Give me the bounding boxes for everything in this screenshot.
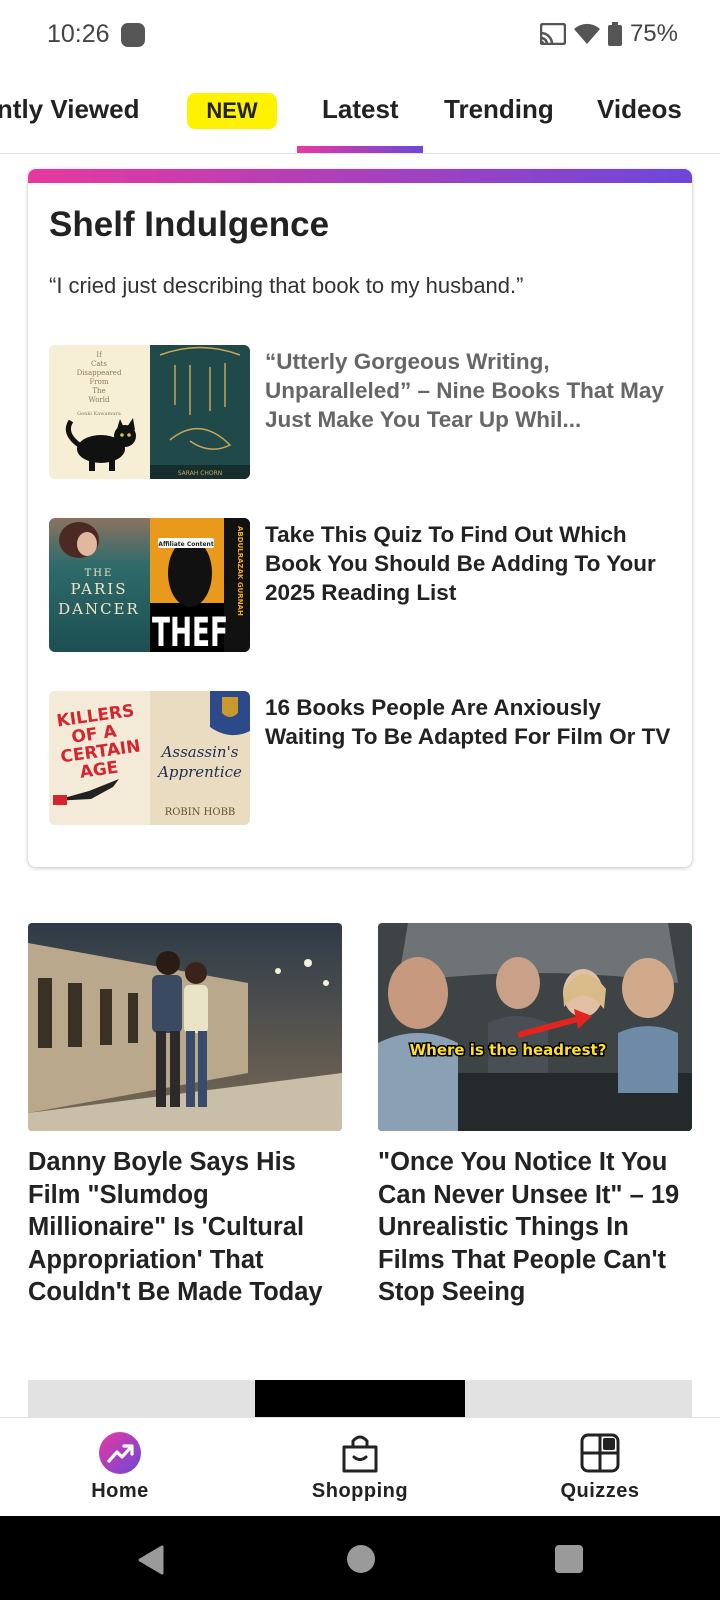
article-thumbnail[interactable]: If Cats Disappeared From The World Genki…: [49, 345, 250, 479]
back-icon[interactable]: [136, 1544, 168, 1576]
cover-assassins-apprentice: Assassin's Apprentice ROBIN HOBB: [149, 691, 250, 825]
cover-text: World: [89, 396, 111, 404]
nav-home-label: Home: [91, 1480, 149, 1502]
card-list-item[interactable]: KILLERS OF A CERTAIN AGE Assassin's Appr…: [49, 691, 679, 825]
card-item-title[interactable]: 16 Books People Are Anxiously Waiting To…: [265, 693, 675, 751]
cover-author: ROBIN HOBB: [164, 807, 235, 818]
notification-icon: [121, 23, 145, 47]
card-item-title[interactable]: “Utterly Gorgeous Writing, Unparalleled”…: [265, 347, 675, 434]
nav-quizzes-label: Quizzes: [560, 1480, 640, 1502]
affiliate-label: Affiliate Content: [158, 541, 214, 548]
cover-text: Disappeared: [77, 369, 122, 377]
bottom-navigation: Home Shopping Quizzes: [0, 1417, 720, 1516]
image-caption: Where is the headrest?: [410, 1041, 607, 1059]
cover-paris-dancer: THE PARIS DANCER: [49, 518, 150, 652]
cover-text: The: [92, 387, 105, 395]
black-cat-illustration: [65, 418, 136, 471]
tab-trending[interactable]: Trending: [444, 94, 554, 125]
tab-recently-viewed[interactable]: cently Viewed: [0, 94, 140, 125]
article-thumbnail[interactable]: KILLERS OF A CERTAIN AGE Assassin's Appr…: [49, 691, 250, 825]
nav-shopping[interactable]: Shopping: [280, 1430, 440, 1503]
article-thumbnail[interactable]: THE PARIS DANCER ABDULRAZAK GURNAH Affil…: [49, 518, 250, 652]
cover-text: PARIS: [70, 580, 127, 598]
cover-text: Assassin's: [159, 743, 238, 761]
nav-shopping-label: Shopping: [311, 1480, 409, 1502]
cover-author: ABDULRAZAK GURNAH: [236, 526, 244, 616]
new-badge: NEW: [187, 93, 277, 129]
battery-percent: 75%: [629, 20, 678, 47]
status-bar: 10:26 75%: [0, 0, 720, 72]
card-quote: “I cried just describing that book to my…: [49, 273, 524, 298]
wifi-icon: [573, 23, 600, 44]
system-navigation-bar: [0, 1516, 720, 1600]
cover-killers-of-a-certain-age: KILLERS OF A CERTAIN AGE: [49, 691, 150, 825]
shopping-bag-icon: [280, 1430, 440, 1476]
cover-text: DANCER: [58, 600, 140, 618]
card-item-title[interactable]: Take This Quiz To Find Out Which Book Yo…: [265, 520, 675, 607]
tab-latest[interactable]: Latest: [322, 94, 399, 125]
cover-text: AGE: [79, 758, 120, 783]
status-icons: 75%: [539, 20, 678, 48]
article-image[interactable]: [28, 923, 342, 1131]
active-tab-indicator: [297, 146, 423, 153]
cover-text: Cats: [91, 360, 107, 368]
card-title[interactable]: Shelf Indulgence: [49, 205, 329, 245]
home-circle-icon[interactable]: [346, 1544, 376, 1574]
article-image[interactable]: Where is the headrest?: [378, 923, 692, 1131]
status-time: 10:26: [47, 20, 110, 48]
nav-home[interactable]: Home: [40, 1430, 200, 1503]
cover-text: THE: [85, 568, 114, 579]
ad-banner[interactable]: [28, 1380, 692, 1418]
cover-nightly-dream: SARAH CHORN: [149, 345, 250, 479]
article-card[interactable]: Danny Boyle Says His Film "Slumdog Milli…: [28, 923, 342, 1309]
recents-icon[interactable]: [554, 1544, 584, 1574]
card-list-item[interactable]: THE PARIS DANCER ABDULRAZAK GURNAH Affil…: [49, 518, 679, 652]
trending-icon: [40, 1430, 200, 1476]
card-list-item[interactable]: If Cats Disappeared From The World Genki…: [49, 345, 679, 479]
quiz-grid-icon: [520, 1430, 680, 1476]
cover-text: From: [89, 378, 108, 386]
section-tabs: cently Viewed NEW Latest Trending Videos: [0, 78, 720, 154]
battery-icon: [607, 22, 622, 46]
cover-text: If: [96, 351, 103, 359]
cover-text: Genki Kawamura: [77, 411, 121, 417]
cover-text: Apprentice: [156, 763, 242, 781]
cover-cats-disappeared: If Cats Disappeared From The World Genki…: [49, 345, 150, 479]
cover-text: THEF: [152, 610, 228, 652]
cover-theft: ABDULRAZAK GURNAH Affiliate Content THEF: [149, 518, 250, 652]
article-title[interactable]: "Once You Notice It You Can Never Unsee …: [378, 1146, 692, 1309]
cast-icon: [539, 23, 566, 45]
ad-content[interactable]: [255, 1380, 465, 1418]
cover-author: SARAH CHORN: [177, 470, 222, 477]
nav-quizzes[interactable]: Quizzes: [520, 1430, 680, 1503]
article-card[interactable]: Where is the headrest? "Once You Notice …: [378, 923, 692, 1309]
shelf-indulgence-card: Shelf Indulgence “I cried just describin…: [28, 169, 692, 867]
card-gradient-bar: [28, 169, 692, 183]
tab-videos[interactable]: Videos: [597, 94, 682, 125]
article-title[interactable]: Danny Boyle Says His Film "Slumdog Milli…: [28, 1146, 342, 1309]
